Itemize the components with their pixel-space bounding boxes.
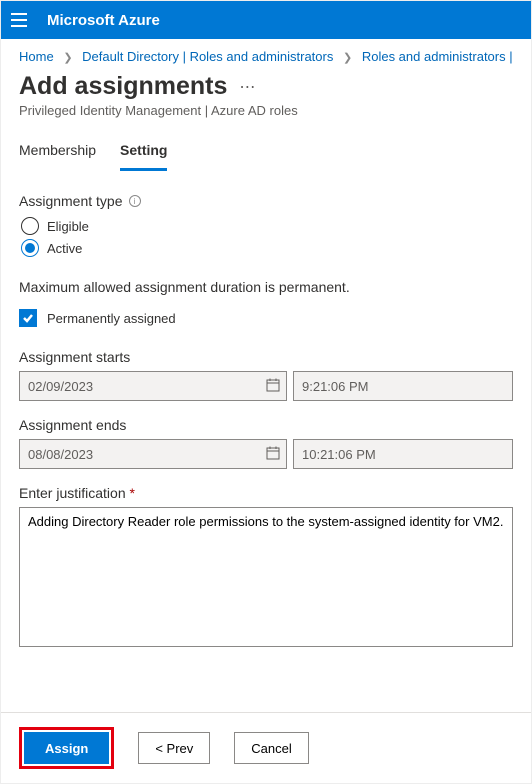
radio-eligible-label: Eligible — [47, 219, 89, 234]
max-duration-text: Maximum allowed assignment duration is p… — [19, 279, 513, 295]
justification-textarea[interactable] — [19, 507, 513, 647]
chevron-right-icon: ❯ — [63, 52, 72, 64]
assign-button[interactable]: Assign — [24, 732, 109, 764]
required-indicator: * — [130, 485, 135, 501]
assignment-starts-label: Assignment starts — [19, 349, 513, 365]
page-subtitle: Privileged Identity Management | Azure A… — [1, 103, 531, 136]
tab-setting[interactable]: Setting — [120, 136, 167, 171]
assignment-ends-label: Assignment ends — [19, 417, 513, 433]
more-actions-icon[interactable]: ⋯ — [239, 77, 255, 97]
assignment-starts-date-input[interactable]: 02/09/2023 — [19, 371, 287, 401]
radio-eligible[interactable]: Eligible — [21, 217, 513, 235]
radio-active-label: Active — [47, 241, 82, 256]
permanently-assigned-checkbox[interactable] — [19, 309, 37, 327]
assignment-type-label: Assignment type — [19, 193, 123, 209]
info-icon[interactable]: i — [129, 195, 141, 207]
top-bar: Microsoft Azure — [1, 1, 531, 39]
radio-active[interactable]: Active — [21, 239, 513, 257]
calendar-icon — [266, 378, 280, 395]
footer: Assign < Prev Cancel — [1, 712, 531, 783]
cancel-button[interactable]: Cancel — [234, 732, 308, 764]
breadcrumb-roles[interactable]: Roles and administrators | — [362, 49, 513, 64]
tab-membership[interactable]: Membership — [19, 136, 96, 171]
tabs: Membership Setting — [1, 136, 531, 171]
permanently-assigned-label: Permanently assigned — [47, 311, 176, 326]
hamburger-menu-icon[interactable] — [11, 9, 33, 31]
breadcrumb: Home ❯ Default Directory | Roles and adm… — [1, 39, 531, 68]
calendar-icon — [266, 446, 280, 463]
breadcrumb-home[interactable]: Home — [19, 49, 54, 64]
assignment-ends-date-input[interactable]: 08/08/2023 — [19, 439, 287, 469]
prev-button[interactable]: < Prev — [138, 732, 210, 764]
page-title: Add assignments — [19, 72, 227, 101]
assignment-ends-time-input[interactable]: 10:21:06 PM — [293, 439, 513, 469]
assignment-starts-time-input[interactable]: 9:21:06 PM — [293, 371, 513, 401]
chevron-right-icon: ❯ — [343, 52, 352, 64]
breadcrumb-directory[interactable]: Default Directory | Roles and administra… — [82, 49, 333, 64]
assign-highlight: Assign — [19, 727, 114, 769]
radio-icon — [21, 239, 39, 257]
brand-label: Microsoft Azure — [47, 12, 160, 29]
justification-label: Enter justification — [19, 485, 126, 501]
radio-icon — [21, 217, 39, 235]
